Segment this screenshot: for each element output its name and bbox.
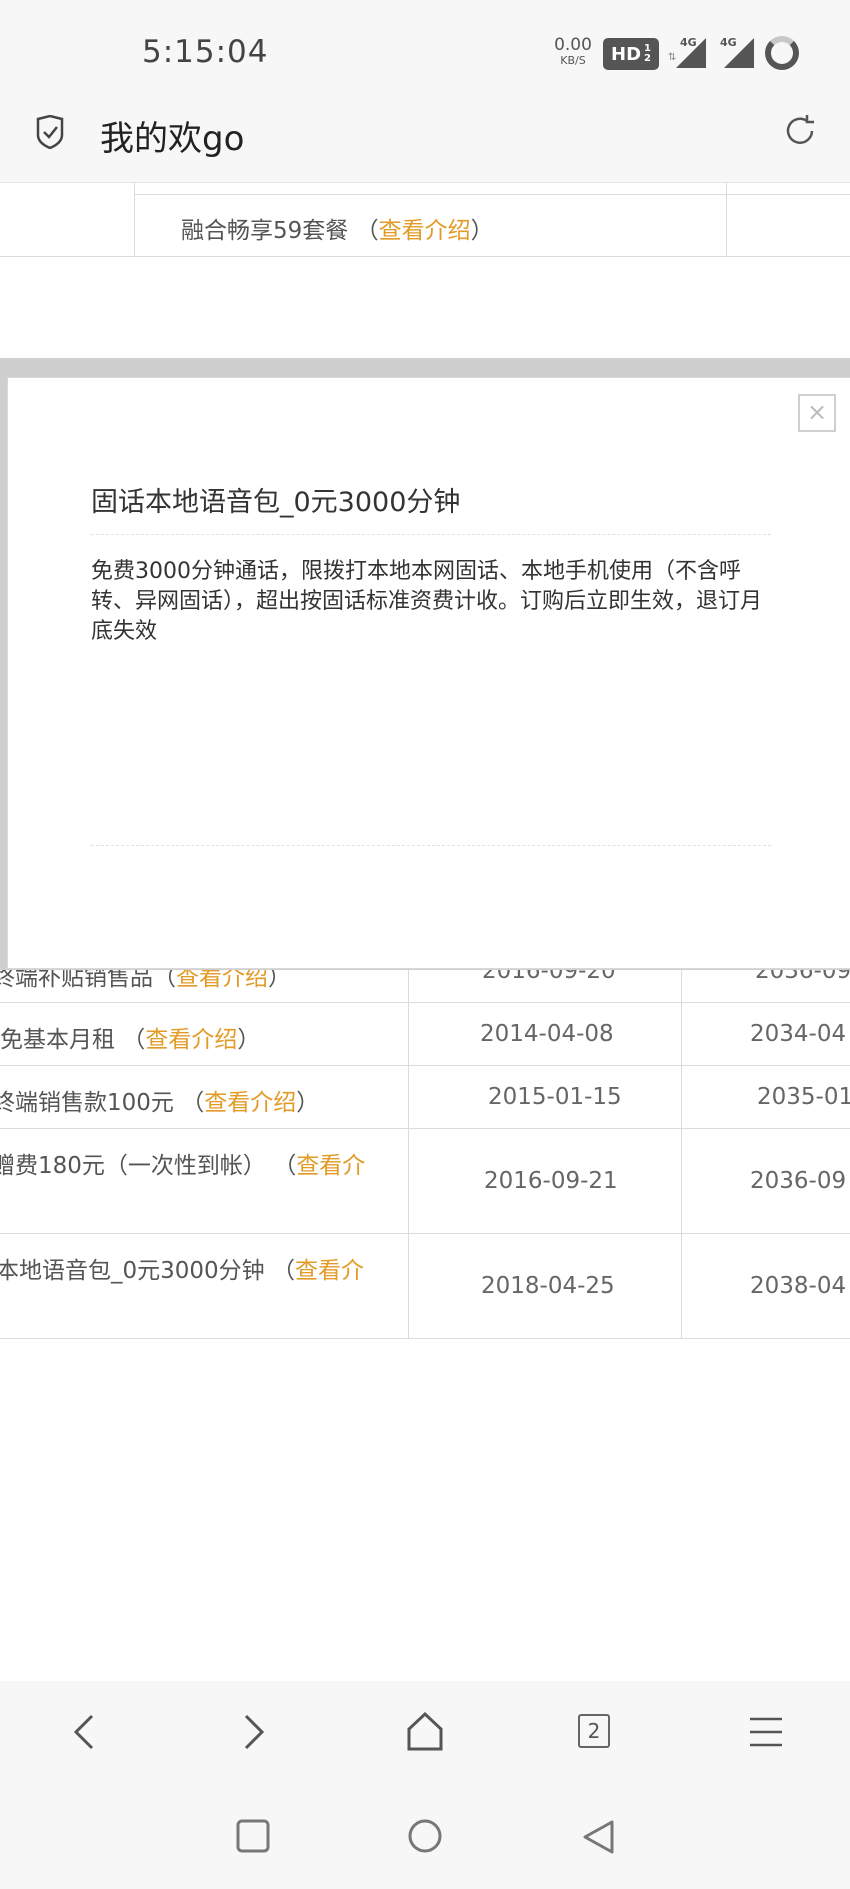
close-button[interactable]: ×: [798, 394, 836, 432]
table-divider: [408, 970, 409, 1338]
table-divider: [0, 1065, 850, 1066]
row-name: 本地语音包_0元3000分钟 （: [0, 1258, 295, 1284]
list-item: 融合畅享59套餐 （查看介绍）: [181, 218, 494, 244]
table-divider: [726, 194, 850, 195]
row-name: 终端销售款100元 （: [0, 1090, 205, 1116]
view-intro-link[interactable]: 查看介: [296, 1153, 365, 1179]
row-name: 赠费180元（一次性到帐） （: [0, 1153, 297, 1179]
page-title: 我的欢go: [100, 119, 245, 159]
table-row: 终端销售款100元 （查看介绍）: [0, 1083, 319, 1117]
svg-text:⇅: ⇅: [668, 52, 676, 63]
end-date: 2035-01: [757, 1084, 850, 1110]
dialog-description: 免费3000分钟通话，限拨打本地本网固话、本地手机使用（不含呼转、异网固话），超…: [91, 559, 763, 644]
signal-4g-icon: 4G: [720, 36, 754, 68]
start-date: 2014-04-08: [480, 1021, 614, 1047]
tab-switcher-button[interactable]: 2: [578, 1714, 610, 1748]
refresh-icon[interactable]: [782, 113, 818, 149]
signal1-label: 4G: [680, 36, 697, 49]
system-back-icon[interactable]: [580, 1818, 616, 1856]
view-intro-link[interactable]: 查看介绍: [379, 218, 471, 244]
recent-apps-icon[interactable]: [235, 1818, 271, 1854]
dialog-divider: [91, 534, 771, 535]
table-divider: [0, 1002, 850, 1003]
view-intro-link[interactable]: 查看介绍: [145, 1027, 237, 1053]
menu-icon[interactable]: [748, 1716, 784, 1748]
table-divider: [681, 970, 682, 1338]
forward-arrow-icon[interactable]: [240, 1712, 268, 1752]
row-name: 免基本月租 （: [0, 1027, 146, 1053]
end-date: 2034-04: [750, 1021, 847, 1047]
view-intro-link[interactable]: 查看介: [295, 1258, 364, 1284]
end-date: 2038-04: [750, 1273, 847, 1299]
hd-voice-badge: HD 1 2: [603, 38, 659, 70]
hd-sim-bottom: 2: [644, 53, 651, 64]
shield-check-icon[interactable]: [35, 115, 65, 149]
signal-4g-icon: 4G ⇅: [668, 36, 706, 68]
network-speed-unit: KB/S: [560, 54, 586, 67]
table-divider: [0, 1128, 850, 1129]
network-speed: 0.00 KB/S: [552, 35, 594, 68]
row-suffix: ）: [296, 1090, 320, 1116]
start-date: 2015-01-15: [488, 1084, 622, 1110]
dialog-title: 固话本地语音包_0元3000分钟: [91, 487, 461, 518]
table-row: 免基本月租 （查看介绍）: [0, 1020, 260, 1054]
table-divider: [134, 194, 726, 195]
signal2-label: 4G: [720, 36, 737, 49]
table-row: 本地语音包_0元3000分钟 （查看介: [0, 1251, 364, 1285]
home-icon[interactable]: [406, 1711, 444, 1751]
table-row: 赠费180元（一次性到帐） （查看介: [0, 1146, 365, 1180]
start-date: 2016-09-21: [484, 1168, 618, 1194]
end-date: 2036-09: [750, 1168, 847, 1194]
table-divider: [0, 256, 850, 257]
package-name: 融合畅享59套餐: [181, 218, 349, 244]
status-time: 5:15:04: [142, 34, 269, 70]
back-arrow-icon[interactable]: [70, 1712, 98, 1752]
view-intro-link[interactable]: 查看介绍: [204, 1090, 296, 1116]
table-divider: [0, 1338, 850, 1339]
hd-sim-indicator: 1 2: [644, 44, 651, 64]
start-date: 2018-04-25: [481, 1273, 615, 1299]
battery-ring-icon: [765, 36, 799, 70]
dialog-divider: [91, 845, 771, 846]
row-suffix: ）: [237, 1027, 261, 1053]
info-dialog: [8, 378, 850, 968]
hd-label: HD: [611, 43, 642, 65]
table-divider: [0, 1233, 850, 1234]
home-circle-icon[interactable]: [406, 1817, 444, 1855]
network-speed-value: 0.00: [554, 35, 592, 55]
